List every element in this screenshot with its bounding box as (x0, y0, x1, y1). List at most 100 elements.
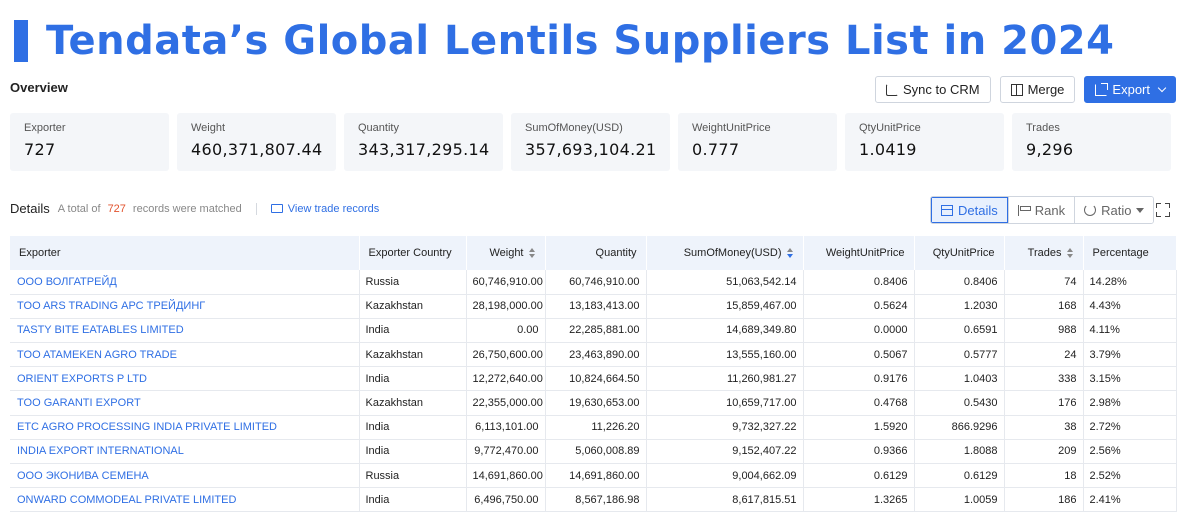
sort-icon[interactable] (1066, 248, 1074, 259)
stat-label: WeightUnitPrice (692, 122, 771, 134)
cell-weight-unit-price: 0.4768 (803, 390, 915, 416)
cell-country: Russia (359, 463, 467, 488)
col-trades[interactable]: Trades (1004, 236, 1084, 270)
stat-card-trades: Trades 9,296 (1012, 113, 1171, 171)
export-button[interactable]: Export (1084, 76, 1176, 103)
cell-weight: 12,272,640.00 (466, 366, 546, 391)
cell-trades: 186 (1004, 487, 1084, 512)
cell-exporter[interactable]: ООО ВОЛГАТРЕЙД (10, 270, 360, 295)
table-row: TOO ARS TRADING АРС ТРЕЙДИНГ Kazakhstan 28… (10, 294, 1177, 319)
cell-qty-unit-price: 1.8088 (914, 439, 1005, 464)
cell-percentage: 2.98% (1083, 390, 1177, 416)
table-header-row: Exporter Exporter Country Weight Quantit… (10, 236, 1177, 270)
fullscreen-icon[interactable] (1156, 203, 1170, 217)
cell-quantity: 60,746,910.00 (545, 270, 647, 295)
cell-quantity: 22,285,881.00 (545, 318, 647, 343)
cell-exporter[interactable]: TOO ARS TRADING АРС ТРЕЙДИНГ (10, 294, 360, 319)
caret-down-icon (1136, 207, 1145, 213)
chevron-down-icon (1157, 83, 1167, 93)
stat-value: 0.777 (692, 140, 740, 159)
cell-qty-unit-price: 0.6129 (914, 463, 1005, 488)
cell-weight-unit-price: 0.5067 (803, 342, 915, 367)
sync-to-crm-button[interactable]: Sync to CRM (874, 76, 991, 103)
stat-card-sum-of-money: SumOfMoney(USD) 357,693,104.21 (511, 113, 670, 171)
cell-weight: 9,772,470.00 (466, 439, 546, 464)
banner: Tendata’s Global Lentils Suppliers List … (14, 14, 1114, 68)
cell-sum-of-money: 8,617,815.51 (646, 487, 804, 512)
table-row: TASTY BITE EATABLES LIMITED India 0.00 22,2… (10, 318, 1177, 343)
stat-card-quantity: Quantity 343,317,295.14 (344, 113, 503, 171)
sort-icon[interactable] (528, 248, 536, 259)
suppliers-table: Exporter Exporter Country Weight Quantit… (10, 236, 1177, 512)
cell-weight-unit-price: 0.5624 (803, 294, 915, 319)
merge-button[interactable]: Merge (999, 76, 1076, 103)
table-row: ORIENT EXPORTS P LTD India 12,272,640.00 10… (10, 366, 1177, 391)
cell-weight: 28,198,000.00 (466, 294, 546, 319)
tab-details[interactable]: Details (931, 197, 1008, 223)
cell-country: Kazakhstan (359, 390, 467, 416)
details-header: Details A total of 727 records were matc… (10, 201, 379, 216)
ratio-icon (1084, 204, 1097, 216)
cell-country: India (359, 487, 467, 512)
records-icon (270, 204, 283, 213)
top-actions: Sync to CRM Merge Export (874, 76, 1176, 103)
stat-label: Weight (191, 122, 226, 134)
table-row: ETC AGRO PROCESSING INDIA PRIVATE LIMITE… (10, 415, 1177, 440)
tab-rank[interactable]: Rank (1007, 197, 1075, 223)
cell-exporter[interactable]: TASTY BITE EATABLES LIMITED (10, 318, 360, 343)
cell-qty-unit-price: 1.0059 (914, 487, 1005, 512)
table-row: TOO ATAMEKEN AGRO TRADE Kazakhstan 26,750,… (10, 342, 1177, 367)
tab-ratio[interactable]: Ratio (1074, 197, 1154, 223)
stat-card-weight-unit-price: WeightUnitPrice 0.777 (678, 113, 837, 171)
cell-sum-of-money: 9,004,662.09 (646, 463, 804, 488)
rank-icon (1017, 204, 1031, 216)
cell-country: Kazakhstan (359, 294, 467, 319)
details-title: Details (10, 201, 50, 216)
stat-label: Trades (1026, 122, 1060, 134)
cell-trades: 24 (1004, 342, 1084, 367)
cell-weight: 0.00 (466, 318, 546, 343)
table-row: ONWARD COMMODEAL PRIVATE LIMITED India 6,4… (10, 487, 1177, 512)
overview-label: Overview (10, 80, 68, 95)
cell-sum-of-money: 13,555,160.00 (646, 342, 804, 367)
view-trade-records-link[interactable]: View trade records (270, 203, 379, 215)
cell-weight-unit-price: 0.6129 (803, 463, 915, 488)
cell-weight-unit-price: 1.3265 (803, 487, 915, 512)
cell-weight: 6,113,101.00 (466, 415, 546, 440)
cell-quantity: 5,060,008.89 (545, 439, 647, 464)
cell-weight: 14,691,860.00 (466, 463, 546, 488)
cell-exporter[interactable]: ORIENT EXPORTS P LTD (10, 366, 360, 391)
cell-quantity: 11,226.20 (545, 415, 647, 440)
cell-country: India (359, 439, 467, 464)
col-sum-of-money[interactable]: SumOfMoney(USD) (646, 236, 804, 270)
stat-value: 727 (24, 140, 56, 159)
col-weight[interactable]: Weight (466, 236, 546, 270)
export-icon (1095, 82, 1109, 96)
stat-card-exporter: Exporter 727 (10, 113, 169, 171)
merge-label: Merge (1027, 82, 1065, 97)
cell-qty-unit-price: 0.8406 (914, 270, 1005, 295)
cell-weight-unit-price: 1.5920 (803, 415, 915, 440)
cell-percentage: 14.28% (1083, 270, 1177, 295)
cell-exporter[interactable]: TOO GARANTI EXPORT (10, 390, 360, 416)
sort-icon[interactable] (786, 248, 794, 259)
col-weight-unit-price: WeightUnitPrice (803, 236, 915, 270)
sync-icon (885, 83, 898, 96)
cell-country: Russia (359, 270, 467, 295)
cell-exporter[interactable]: ООО ЭКОНИВА СЕМЕНА (10, 463, 360, 488)
sync-label: Sync to CRM (902, 82, 980, 97)
cell-exporter[interactable]: TOO ATAMEKEN AGRO TRADE (10, 342, 360, 367)
cell-exporter[interactable]: ETC AGRO PROCESSING INDIA PRIVATE LIMITE… (10, 415, 360, 440)
stat-label: Quantity (358, 122, 399, 134)
stat-label: SumOfMoney(USD) (525, 122, 623, 134)
cell-trades: 338 (1004, 366, 1084, 391)
table-row: ООО ЭКОНИВА СЕМЕНА Russia 14,691,860.00 14,… (10, 463, 1177, 488)
stats-row: Exporter 727 Weight 460,371,807.44 Quant… (10, 113, 1171, 171)
cell-country: India (359, 415, 467, 440)
cell-sum-of-money: 14,689,349.80 (646, 318, 804, 343)
cell-exporter[interactable]: INDIA EXPORT INTERNATIONAL (10, 439, 360, 464)
cell-sum-of-money: 51,063,542.14 (646, 270, 804, 295)
cell-exporter[interactable]: ONWARD COMMODEAL PRIVATE LIMITED (10, 487, 360, 512)
cell-quantity: 8,567,186.98 (545, 487, 647, 512)
view-switcher: Details Rank Ratio (930, 196, 1155, 224)
